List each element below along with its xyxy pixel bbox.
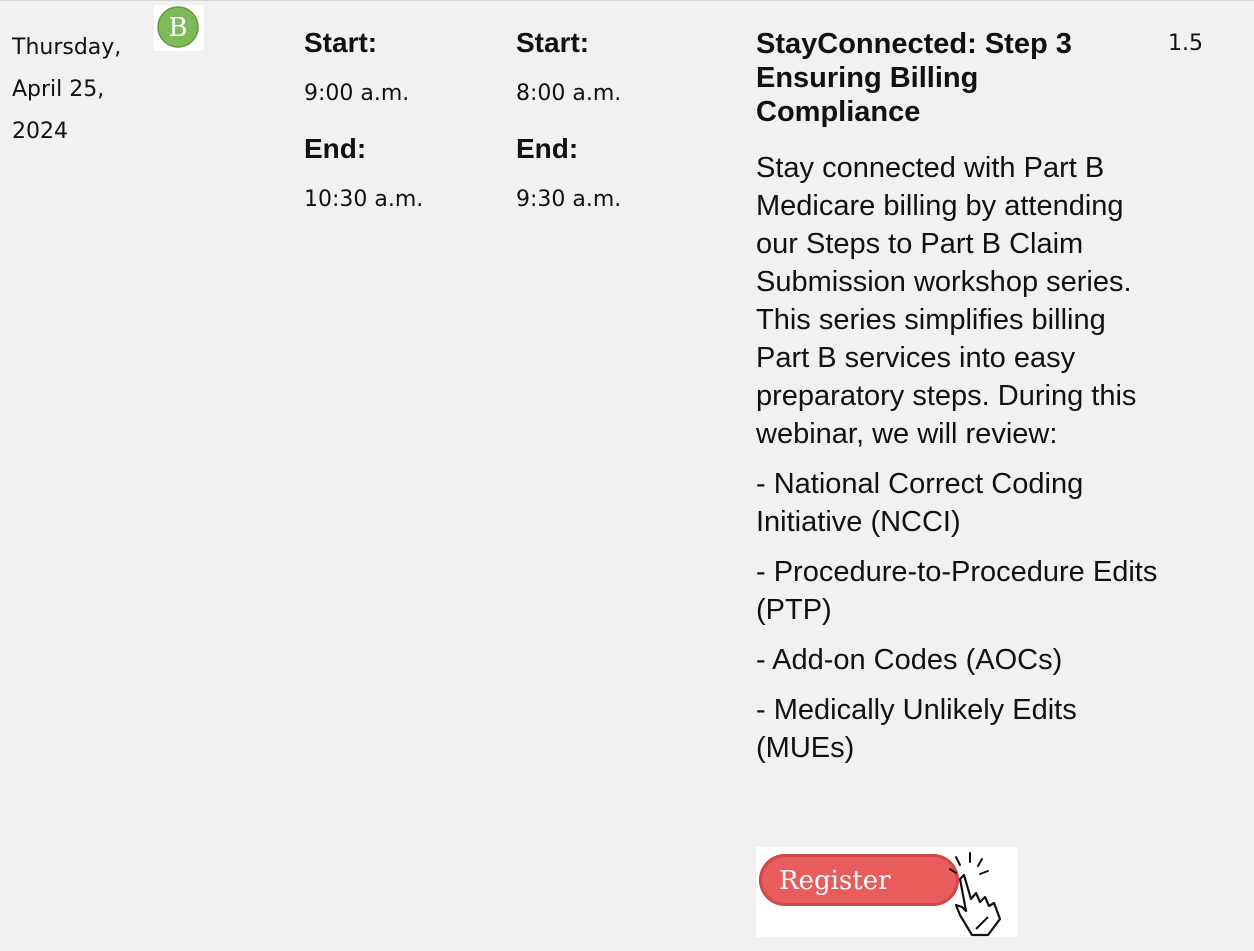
date-month-day: April 25, — [12, 77, 105, 102]
end-time: 9:30 a.m. — [516, 187, 622, 212]
event-date: Thursday, April 25, 2024 — [12, 27, 142, 153]
alt-time-column: Start: 8:00 a.m. End: 9:30 a.m. — [516, 23, 716, 235]
event-summary: Stay connected with Part B Medicare bill… — [756, 152, 1137, 450]
topic-item: - Procedure-to-Procedure Edits (PTP) — [756, 556, 1158, 626]
register-label[interactable]: Register — [779, 866, 891, 896]
topic-item: - National Correct Coding Initiative (NC… — [756, 468, 1084, 538]
topic-item: - Medically Unlikely Edits (MUEs) — [756, 694, 1077, 764]
start-time: 8:00 a.m. — [516, 81, 622, 106]
svg-text:B: B — [168, 13, 187, 43]
end-time: 10:30 a.m. — [304, 187, 424, 212]
credit-hours: 1.5 — [1168, 31, 1203, 56]
local-time-column: Start: 9:00 a.m. End: 10:30 a.m. — [304, 23, 504, 235]
start-label: Start: — [516, 27, 590, 58]
start-time: 9:00 a.m. — [304, 81, 410, 106]
part-b-badge-icon: B — [154, 5, 204, 51]
end-label: End: — [516, 133, 579, 164]
start-label: Start: — [304, 27, 378, 58]
end-label: End: — [304, 133, 367, 164]
date-year: 2024 — [12, 119, 68, 144]
topic-item: - Add-on Codes (AOCs) — [756, 644, 1063, 676]
event-title: StayConnected: Step 3 Ensuring Billing C… — [756, 28, 1072, 128]
register-button[interactable]: Register — [756, 847, 1018, 937]
event-description: StayConnected: Step 3 Ensuring Billing C… — [756, 27, 1166, 779]
date-weekday: Thursday, — [12, 35, 122, 60]
event-row: Thursday, April 25, 2024 B Start: 9:00 a… — [0, 0, 1254, 951]
pointing-hand-icon — [949, 852, 1002, 937]
